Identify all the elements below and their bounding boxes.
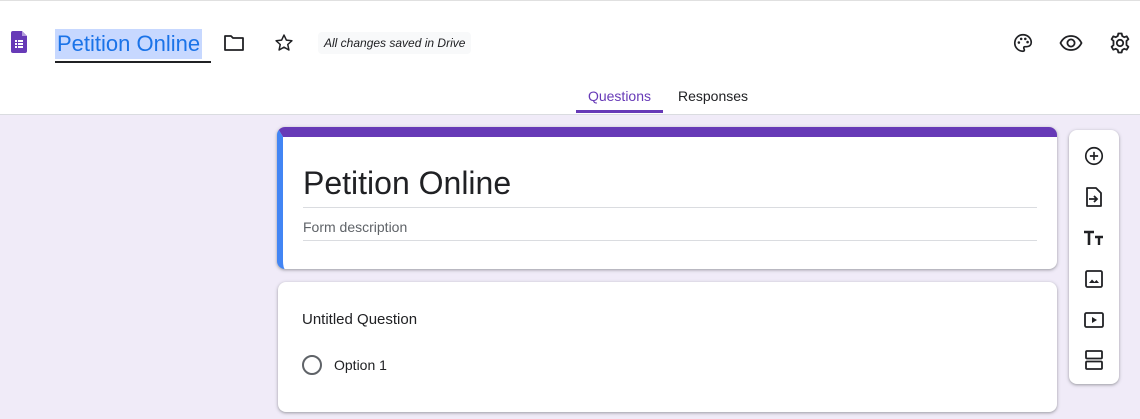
description-divider bbox=[303, 240, 1037, 241]
star-icon bbox=[275, 34, 293, 51]
import-questions-icon bbox=[1086, 187, 1102, 207]
palette-icon bbox=[1013, 33, 1033, 53]
add-title-button[interactable] bbox=[1082, 226, 1106, 250]
radio-icon bbox=[302, 355, 322, 375]
star-button[interactable] bbox=[272, 31, 296, 55]
add-image-icon bbox=[1085, 270, 1103, 288]
add-section-button[interactable] bbox=[1082, 348, 1106, 372]
add-section-icon bbox=[1085, 350, 1103, 370]
move-to-folder-button[interactable] bbox=[222, 31, 246, 55]
add-video-icon bbox=[1084, 312, 1104, 328]
add-title-icon bbox=[1084, 230, 1103, 245]
top-bar: Petition Online All changes saved in Dri… bbox=[0, 0, 1140, 115]
tab-questions[interactable]: Questions bbox=[576, 81, 663, 113]
forms-logo-icon[interactable] bbox=[11, 31, 27, 53]
form-description-input[interactable]: Form description bbox=[303, 219, 407, 235]
folder-icon bbox=[224, 35, 244, 51]
form-name-input[interactable]: Petition Online bbox=[55, 29, 203, 59]
preview-button[interactable] bbox=[1058, 30, 1084, 56]
question-card[interactable]: Untitled Question Option 1 bbox=[278, 282, 1057, 412]
tab-responses[interactable]: Responses bbox=[672, 81, 754, 114]
customize-theme-button[interactable] bbox=[1010, 30, 1036, 56]
form-title-card[interactable]: Petition Online Form description bbox=[277, 127, 1057, 269]
floating-toolbar bbox=[1069, 130, 1119, 384]
option-row[interactable]: Option 1 bbox=[302, 354, 387, 376]
add-video-button[interactable] bbox=[1082, 308, 1106, 332]
settings-button[interactable] bbox=[1107, 30, 1133, 56]
form-title-input[interactable]: Petition Online bbox=[303, 163, 511, 203]
add-image-button[interactable] bbox=[1082, 267, 1106, 291]
question-title[interactable]: Untitled Question bbox=[302, 311, 417, 328]
add-question-button[interactable] bbox=[1082, 144, 1106, 168]
add-question-icon bbox=[1084, 146, 1104, 166]
option-label[interactable]: Option 1 bbox=[334, 357, 387, 373]
preview-eye-icon bbox=[1059, 35, 1083, 51]
title-divider bbox=[303, 207, 1037, 208]
save-status-text: All changes saved in Drive bbox=[318, 32, 472, 54]
form-tabs: Questions Responses bbox=[0, 81, 1140, 116]
form-name-underline bbox=[55, 61, 211, 63]
import-questions-button[interactable] bbox=[1082, 185, 1106, 209]
settings-gear-icon bbox=[1110, 32, 1130, 54]
